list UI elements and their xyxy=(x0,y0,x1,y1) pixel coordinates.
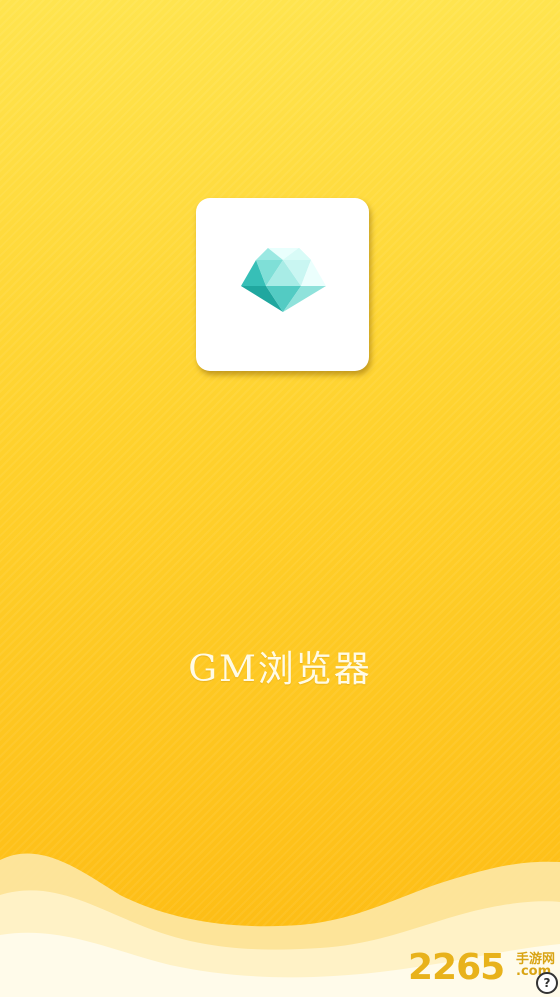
watermark-number: 2265 xyxy=(408,947,505,988)
help-icon[interactable]: ? xyxy=(536,972,558,994)
app-logo xyxy=(196,198,369,371)
watermark: 2265 手游网 .com ? xyxy=(408,946,560,996)
splash-screen: GM浏览器 2265 手游网 .com ? xyxy=(0,0,560,997)
diamond-icon xyxy=(241,248,326,312)
app-name: GM浏览器 xyxy=(188,649,372,690)
